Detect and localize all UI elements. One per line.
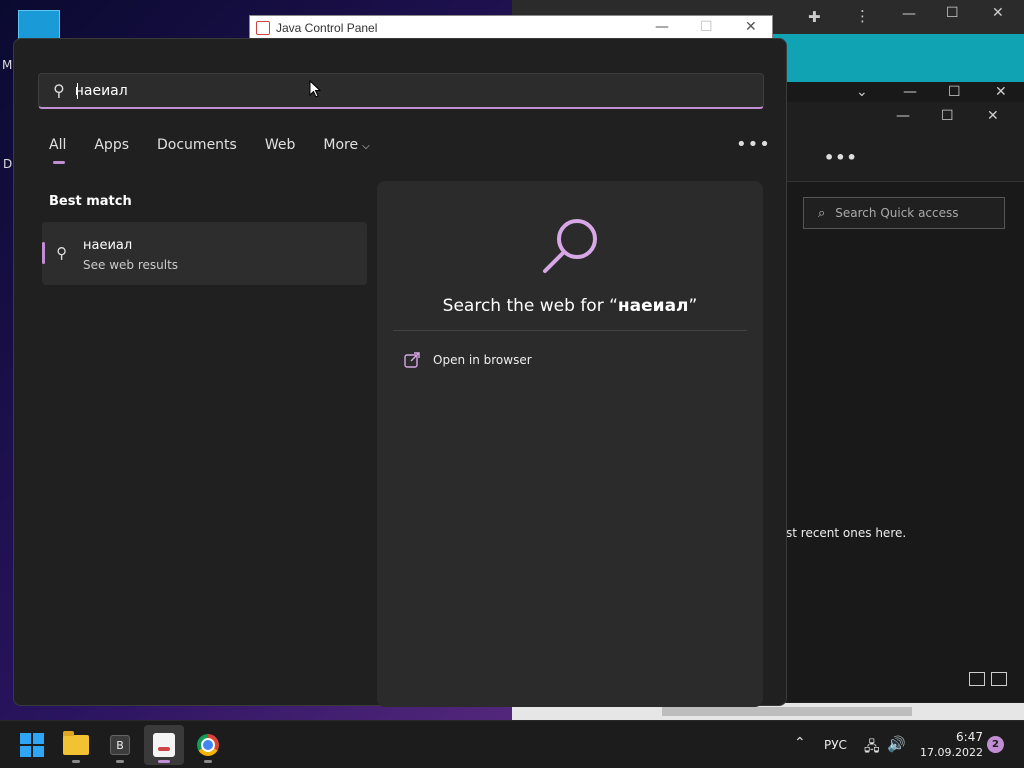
java-window-title: Java Control Panel xyxy=(276,21,378,35)
java-icon xyxy=(153,733,175,757)
details-view-icon[interactable] xyxy=(969,672,985,686)
preview-title: Search the web for “наеиал” xyxy=(377,296,763,316)
search-box[interactable]: ⚲ xyxy=(38,73,764,109)
preview-title-suffix: ” xyxy=(688,296,698,316)
taskbar-file-explorer[interactable] xyxy=(56,725,96,765)
java-logo-icon xyxy=(256,21,270,35)
java-minimize-button[interactable]: — xyxy=(655,19,669,35)
preview-pane: Search the web for “наеиал” Open in brow… xyxy=(377,181,763,707)
tab-more-label: More xyxy=(323,137,359,153)
best-match-subtitle: See web results xyxy=(83,258,179,272)
running-indicator xyxy=(116,760,124,763)
tab-active-indicator xyxy=(53,161,65,164)
desktop-icon-label-m: M xyxy=(2,58,13,72)
taskbar-java[interactable] xyxy=(144,725,184,765)
notification-badge[interactable]: 2 xyxy=(987,736,1004,753)
explorer-search-placeholder: Search Quick access xyxy=(835,206,959,220)
tab-all-label: All xyxy=(49,137,67,153)
explorer-more-options-icon[interactable]: ••• xyxy=(824,148,858,167)
tab-all[interactable]: All xyxy=(49,137,67,164)
browser-maximize-button[interactable]: ☐ xyxy=(946,5,959,21)
windows-logo-icon xyxy=(20,733,44,757)
explorer-search-input[interactable]: ⌕ Search Quick access xyxy=(803,197,1005,229)
explorer-maximize-button[interactable]: ☐ xyxy=(941,108,954,124)
start-button[interactable] xyxy=(12,725,52,765)
browser-close-button[interactable]: ✕ xyxy=(992,5,1004,21)
network-icon[interactable]: 🖧 xyxy=(864,736,880,760)
divider xyxy=(393,330,747,331)
text-caret xyxy=(76,82,78,99)
scrollbar-thumb[interactable] xyxy=(662,707,912,716)
tiles-view-icon[interactable] xyxy=(991,672,1007,686)
tab-more[interactable]: More ⌵ xyxy=(323,137,369,153)
folder-icon xyxy=(63,731,89,755)
explorer-outer-minimize-button[interactable]: — xyxy=(903,84,917,100)
best-match-heading: Best match xyxy=(49,194,132,209)
explorer-close-button[interactable]: ✕ xyxy=(987,108,999,124)
search-icon: ⚲ xyxy=(56,244,67,262)
tab-web[interactable]: Web xyxy=(265,137,296,153)
extensions-icon[interactable]: ✚ xyxy=(808,8,821,26)
java-titlebar: Java Control Panel xyxy=(250,16,772,40)
explorer-outer-close-button[interactable]: ✕ xyxy=(995,84,1007,100)
more-options-icon[interactable]: ••• xyxy=(736,134,771,155)
open-in-browser-label: Open in browser xyxy=(433,353,532,367)
running-indicator xyxy=(204,760,212,763)
start-search-panel: ⚲ All Apps Documents Web More⌵ ••• Best … xyxy=(13,38,787,707)
external-link-icon xyxy=(404,352,420,368)
search-icon: ⌕ xyxy=(818,205,826,221)
file-explorer-window: ⌄ — ☐ ✕ — ☐ ✕ ••• ⌕ Search Quick access … xyxy=(785,82,1024,702)
app-b-label: B xyxy=(116,738,124,752)
preview-title-prefix: Search the web for “ xyxy=(442,296,618,316)
taskbar: B ⌃ РУС 🖧 🔊 6:47 17.09.2022 2 xyxy=(0,720,1024,768)
clock-time[interactable]: 6:47 xyxy=(917,730,983,744)
explorer-ribbon: — ☐ ✕ xyxy=(786,102,1024,182)
running-indicator xyxy=(158,760,170,763)
desktop-icon[interactable] xyxy=(18,10,60,40)
best-match-result[interactable]: ⚲ наеиал See web results xyxy=(42,222,367,285)
app-b-icon: B xyxy=(110,735,130,755)
browser-minimize-button[interactable]: — xyxy=(902,6,916,22)
chrome-icon xyxy=(197,734,219,756)
search-icon: ⚲ xyxy=(53,81,65,100)
explorer-minimize-button[interactable]: — xyxy=(896,108,910,124)
taskbar-app-b[interactable]: B xyxy=(100,725,140,765)
search-input[interactable] xyxy=(74,82,675,99)
clock-date[interactable]: 17.09.2022 xyxy=(917,746,983,759)
preview-query: наеиал xyxy=(617,296,689,316)
best-match-title: наеиал xyxy=(83,238,133,253)
search-icon xyxy=(543,219,597,273)
explorer-outer-maximize-button[interactable]: ☐ xyxy=(948,84,961,100)
explorer-view-toggle xyxy=(969,672,1007,686)
input-language[interactable]: РУС xyxy=(824,738,847,752)
explorer-chevron-down-icon[interactable]: ⌄ xyxy=(856,84,868,100)
tab-apps[interactable]: Apps xyxy=(94,137,129,153)
desktop-icon-label-d: D xyxy=(3,157,13,171)
open-in-browser-link[interactable]: Open in browser xyxy=(403,351,532,369)
volume-icon[interactable]: 🔊 xyxy=(887,735,906,753)
tab-documents[interactable]: Documents xyxy=(157,137,237,153)
chevron-down-icon: ⌵ xyxy=(362,141,370,152)
browser-menu-icon[interactable]: ⋮ xyxy=(855,7,870,25)
mouse-cursor-icon xyxy=(309,80,321,98)
java-close-button[interactable]: ✕ xyxy=(745,19,757,35)
show-hidden-icons-chevron-up-icon[interactable]: ⌃ xyxy=(794,735,806,751)
explorer-empty-message: st recent ones here. xyxy=(786,526,907,540)
running-indicator xyxy=(72,760,80,763)
search-filter-tabs: All Apps Documents Web More ⌵ xyxy=(49,137,398,164)
selection-indicator xyxy=(42,242,45,264)
java-maximize-button: ☐ xyxy=(700,19,713,35)
taskbar-chrome[interactable] xyxy=(188,725,228,765)
